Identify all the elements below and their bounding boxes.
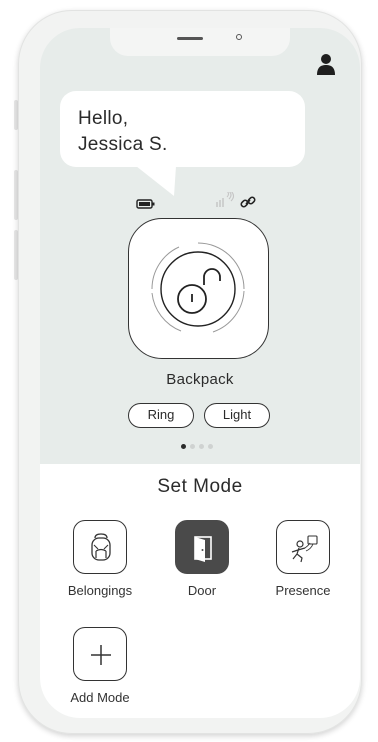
mode-door-label: Door [187, 583, 217, 598]
device-lock-card[interactable] [128, 218, 269, 359]
ring-button[interactable]: Ring [128, 403, 194, 428]
device-name: Backpack [166, 371, 234, 388]
front-camera [236, 34, 242, 40]
mode-presence-label: Presence [275, 583, 331, 598]
backpack-icon [91, 533, 111, 561]
greeting-line-1: Hello, [78, 108, 129, 129]
greeting-name: Jessica S. [78, 134, 168, 155]
unlock-icon [151, 242, 245, 333]
page-dot-1[interactable] [181, 444, 186, 449]
door-icon [194, 536, 212, 562]
light-button[interactable]: Light [204, 403, 270, 428]
page-dot-2[interactable] [190, 444, 195, 449]
sheet-title: Set Mode [157, 476, 243, 497]
battery-icon [136, 199, 155, 209]
profile-icon[interactable] [315, 52, 337, 76]
mode-belongings-button[interactable] [73, 520, 127, 574]
page-dot-4[interactable] [208, 444, 213, 449]
greeting-text: Hello, Jessica S. [78, 106, 278, 158]
presence-icon [291, 535, 318, 563]
mode-belongings-label: Belongings [67, 583, 133, 598]
add-mode-label: Add Mode [70, 690, 130, 705]
phone-notch [110, 28, 290, 56]
bubble-tail [136, 166, 176, 196]
page-dot-3[interactable] [199, 444, 204, 449]
mode-door-button[interactable] [175, 520, 229, 574]
plus-icon [91, 645, 111, 665]
add-mode-button[interactable] [73, 627, 127, 681]
link-icon [240, 196, 256, 208]
signal-icon [216, 192, 235, 207]
mode-presence-button[interactable] [276, 520, 330, 574]
app-screen: Hello, Jessica S. Backpack Ring Light Se… [40, 28, 360, 718]
set-mode-sheet: Set Mode Belongings Door Presence Add Mo… [40, 464, 360, 718]
speaker-grille [177, 37, 203, 40]
